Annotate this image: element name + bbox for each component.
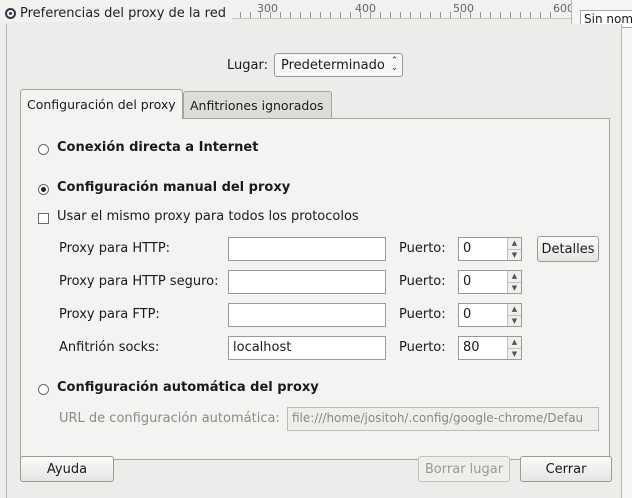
port-label: Puerto: [399, 307, 446, 322]
socks-host-label: Anfitrión socks: [59, 340, 160, 355]
spin-down-icon[interactable]: ▼ [508, 315, 521, 327]
spin-down-icon[interactable]: ▼ [508, 249, 521, 261]
https-proxy-input[interactable] [228, 270, 386, 294]
ftp-proxy-label: Proxy para FTP: [59, 307, 160, 322]
tab-proxy-configuration[interactable]: Configuración del proxy [20, 89, 183, 119]
ftp-port-spinner[interactable]: 0 ▲ ▼ [458, 303, 522, 327]
direct-connection-label[interactable]: Conexión directa a Internet [57, 140, 258, 155]
location-label: Lugar: [227, 57, 268, 73]
window-title: Preferencias del proxy de la red [20, 5, 226, 21]
http-port-spinner[interactable]: 0 ▲ ▼ [458, 237, 522, 261]
port-value[interactable]: 0 [459, 238, 507, 260]
delete-location-button[interactable]: Borrar lugar [418, 456, 510, 482]
details-button[interactable]: Detalles [537, 236, 599, 262]
port-label: Puerto: [399, 241, 446, 256]
title-bar[interactable]: Preferencias del proxy de la red [0, 4, 232, 22]
port-label: Puerto: [399, 274, 446, 289]
spin-down-icon[interactable]: ▼ [508, 348, 521, 360]
http-proxy-label: Proxy para HTTP: [59, 241, 171, 256]
location-selected-value: Predeterminado [280, 57, 385, 73]
http-proxy-input[interactable] [228, 237, 386, 261]
spin-up-icon[interactable]: ▲ [508, 304, 521, 315]
auto-url-input[interactable]: file:///home/jositoh/.config/google-chro… [287, 407, 599, 431]
location-row: Lugar: Predeterminado ⌃ ⌄ [227, 53, 404, 77]
socks-port-spinner[interactable]: 80 ▲ ▼ [458, 336, 522, 360]
tab-label: Configuración del proxy [27, 97, 176, 112]
location-select[interactable]: Predeterminado ⌃ ⌄ [273, 53, 404, 77]
port-value[interactable]: 80 [459, 337, 507, 359]
spin-up-icon[interactable]: ▲ [508, 271, 521, 282]
proxy-preferences-dialog: Lugar: Predeterminado ⌃ ⌄ Configuración d… [6, 24, 622, 498]
socks-host-input[interactable]: localhost [228, 336, 386, 360]
spin-down-icon[interactable]: ▼ [508, 282, 521, 294]
ftp-proxy-input[interactable] [228, 303, 386, 327]
manual-proxy-radio[interactable] [38, 184, 49, 195]
proxy-configuration-panel: Conexión directa a Internet Configuració… [20, 118, 610, 460]
auto-proxy-label[interactable]: Configuración automática del proxy [57, 380, 319, 395]
https-port-spinner[interactable]: 0 ▲ ▼ [458, 270, 522, 294]
https-proxy-label: Proxy para HTTP seguro: [59, 274, 219, 289]
spin-up-icon[interactable]: ▲ [508, 238, 521, 249]
tab-label: Anfitriones ignorados [190, 98, 324, 113]
port-value[interactable]: 0 [459, 271, 507, 293]
tab-ignored-hosts[interactable]: Anfitriones ignorados [183, 91, 332, 119]
port-value[interactable]: 0 [459, 304, 507, 326]
close-button[interactable]: Cerrar [520, 456, 612, 482]
manual-proxy-label[interactable]: Configuración manual del proxy [57, 180, 290, 195]
direct-connection-radio[interactable] [38, 144, 49, 155]
help-button[interactable]: Ayuda [20, 456, 114, 482]
same-proxy-label[interactable]: Usar el mismo proxy para todos los proto… [57, 209, 359, 224]
same-proxy-checkbox[interactable] [38, 213, 49, 224]
select-arrows-icon: ⌃ ⌄ [390, 56, 399, 73]
spin-up-icon[interactable]: ▲ [508, 337, 521, 348]
auto-url-label: URL de configuración automática: [59, 411, 280, 426]
auto-proxy-radio[interactable] [38, 384, 49, 395]
port-label: Puerto: [399, 340, 446, 355]
network-proxy-icon [5, 7, 16, 19]
